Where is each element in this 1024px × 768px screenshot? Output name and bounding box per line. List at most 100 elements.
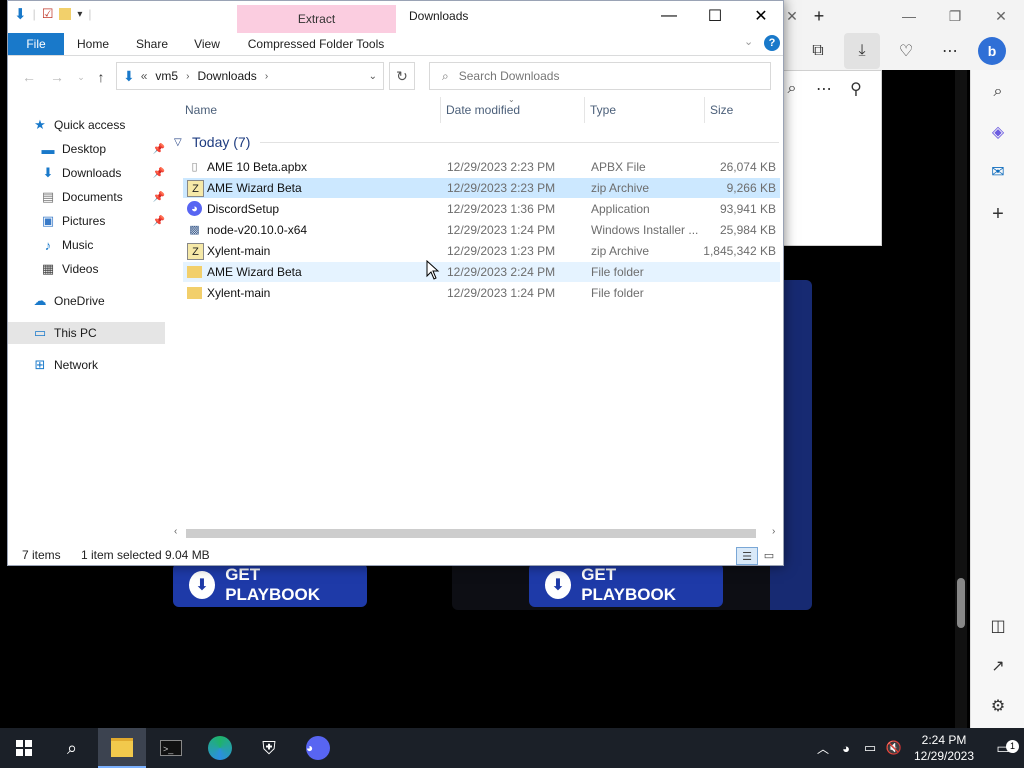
more-options-icon[interactable]: ⋯: [932, 33, 968, 69]
file-row[interactable]: Z Xylent-main 12/29/2023 1:23 PM zip Archiv…: [183, 241, 780, 261]
scroll-right-icon[interactable]: ›: [772, 526, 775, 537]
nav-music[interactable]: ♪ Music: [8, 234, 165, 256]
column-header-type[interactable]: Type: [590, 103, 616, 117]
tab-compressed-folder-tools[interactable]: Compressed Folder Tools: [240, 33, 392, 55]
page-scrollbar-thumb[interactable]: [957, 578, 965, 628]
pin-icon[interactable]: ⚲: [838, 71, 874, 107]
breadcrumb-vm5[interactable]: vm5: [155, 69, 178, 83]
settings-gear-icon[interactable]: ⚙: [980, 688, 1016, 724]
minimize-button[interactable]: —: [646, 1, 692, 31]
details-view-icon[interactable]: ☰: [736, 547, 758, 565]
horizontal-scrollbar-thumb[interactable]: [186, 529, 756, 538]
nav-network[interactable]: ⊞ Network: [8, 354, 165, 376]
back-arrow-icon[interactable]: ←: [18, 67, 40, 87]
large-icons-view-icon[interactable]: ▭: [759, 547, 779, 563]
browser-restore-icon[interactable]: ❐: [932, 0, 978, 32]
downloads-icon[interactable]: ⤓: [844, 33, 880, 69]
nav-pictures[interactable]: ▣ Pictures 📌: [8, 210, 165, 232]
browser-close-icon[interactable]: ✕: [978, 0, 1024, 32]
nav-quick-access[interactable]: ★ Quick access: [8, 114, 189, 136]
tab-share[interactable]: Share: [128, 33, 176, 55]
group-header-today[interactable]: ▽ Today (7): [174, 131, 779, 153]
address-dropdown-icon[interactable]: ⌄: [369, 71, 377, 82]
help-icon[interactable]: ?: [764, 35, 780, 51]
horizontal-scrollbar[interactable]: ‹ ›: [172, 525, 782, 542]
tab-home[interactable]: Home: [70, 33, 116, 55]
forward-arrow-icon[interactable]: →: [46, 67, 68, 87]
close-button[interactable]: ✕: [738, 1, 784, 31]
scroll-left-icon[interactable]: ‹: [174, 526, 177, 537]
clock[interactable]: 2:24 PM 12/29/2023: [906, 732, 982, 764]
collections-icon[interactable]: ⧉: [800, 33, 836, 69]
get-playbook-button-right[interactable]: ⬇ GET PLAYBOOK: [529, 563, 723, 607]
up-arrow-icon[interactable]: ↑: [90, 67, 112, 87]
nav-documents[interactable]: ▤ Documents 📌: [8, 186, 165, 208]
search-icon[interactable]: ⌕: [48, 728, 96, 768]
nav-desktop[interactable]: ▬ Desktop 📌: [8, 138, 166, 160]
add-icon[interactable]: +: [980, 196, 1016, 232]
tab-file[interactable]: File: [8, 33, 64, 55]
folder-icon: [187, 287, 202, 299]
discord-tray-icon[interactable]: ◕: [834, 741, 858, 756]
file-row[interactable]: ▯ AME 10 Beta.apbx 12/29/2023 2:23 PM APBX …: [183, 157, 780, 177]
nav-downloads[interactable]: ⬇ Downloads 📌: [8, 162, 165, 184]
show-hidden-icons-chevron-icon[interactable]: ︿: [812, 740, 834, 757]
ribbon-expand-icon[interactable]: ⌄: [744, 35, 753, 48]
breadcrumb-chevron-icon[interactable]: ›: [186, 71, 189, 82]
column-header-date[interactable]: Date modified: [446, 103, 520, 117]
file-row[interactable]: ◕ DiscordSetup 12/29/2023 1:36 PM Applicati…: [183, 199, 780, 219]
start-windows-icon[interactable]: [0, 728, 48, 768]
selection-count: 1 item selected: [81, 548, 162, 562]
sidebar-split-icon[interactable]: ◫: [980, 608, 1016, 644]
download-arrow-icon[interactable]: ⬇: [14, 5, 27, 23]
recent-locations-icon[interactable]: ⌄: [70, 67, 92, 87]
properties-icon[interactable]: ☑: [42, 6, 54, 22]
volume-muted-icon[interactable]: 🔇: [882, 740, 906, 756]
maximize-button[interactable]: ☐: [692, 1, 738, 31]
file-explorer-taskbar-icon[interactable]: [98, 728, 146, 768]
search-icon[interactable]: ⌕: [980, 74, 1016, 110]
downloads-more-icon[interactable]: ⋯: [806, 71, 842, 107]
file-row[interactable]: Z AME Wizard Beta 12/29/2023 2:23 PM zip Ar…: [183, 178, 780, 198]
title-bar[interactable]: ⬇ | ☑ ▾ | Extract Downloads — ☐ ✕: [8, 1, 783, 33]
file-row[interactable]: ▩ node-v20.10.0-x64 12/29/2023 1:24 PM Wind…: [183, 220, 780, 240]
nav-this-pc[interactable]: ▭ This PC: [8, 322, 165, 344]
browser-essentials-icon[interactable]: ♡: [888, 33, 924, 69]
downloads-panel: ⌕ ⋯ ⚲: [784, 70, 882, 246]
nav-onedrive[interactable]: ☁ OneDrive: [8, 290, 165, 312]
network-tray-icon[interactable]: ▭: [858, 740, 882, 756]
discord-icon[interactable]: ◕: [294, 728, 342, 768]
security-shield-icon[interactable]: ⛨: [245, 728, 293, 768]
collapse-chevron-icon[interactable]: ▽: [174, 137, 186, 148]
column-header-size[interactable]: Size: [710, 103, 733, 117]
column-header-name[interactable]: Name: [185, 103, 217, 117]
file-type: File folder: [591, 265, 644, 279]
breadcrumb-downloads[interactable]: Downloads: [197, 69, 256, 83]
file-explorer-window: ⬇ | ☑ ▾ | Extract Downloads — ☐ ✕ File H…: [7, 0, 784, 566]
file-row[interactable]: Xylent-main 12/29/2023 1:24 PM File folder: [183, 283, 780, 303]
new-folder-icon[interactable]: [59, 8, 72, 20]
refresh-button[interactable]: ↻: [389, 62, 415, 90]
notification-center-icon[interactable]: ▭ 1: [982, 728, 1024, 768]
file-date: 12/29/2023 2:23 PM: [447, 181, 556, 195]
copilot-icon[interactable]: ◈: [980, 114, 1016, 150]
page-scrollbar[interactable]: [955, 70, 967, 728]
breadcrumb-chevron-icon[interactable]: ›: [265, 71, 268, 82]
new-tab-icon[interactable]: +: [804, 0, 834, 32]
external-link-icon[interactable]: ↗: [980, 648, 1016, 684]
nav-videos[interactable]: ▦ Videos: [8, 258, 165, 280]
system-tray: ︿ ◕ ▭ 🔇 2:24 PM 12/29/2023 ▭ 1: [812, 728, 1024, 768]
outlook-icon[interactable]: ✉: [980, 154, 1016, 190]
get-playbook-button-left[interactable]: ⬇ GET PLAYBOOK: [173, 563, 367, 607]
address-bar[interactable]: ⬇ « vm5 › Downloads › ⌄: [116, 62, 384, 90]
qat-dropdown-icon[interactable]: ▾: [77, 9, 82, 20]
browser-minimize-icon[interactable]: —: [886, 0, 932, 32]
file-row[interactable]: AME Wizard Beta 12/29/2023 2:24 PM File fo…: [183, 262, 780, 282]
pin-icon: 📌: [152, 167, 165, 179]
tab-view[interactable]: View: [186, 33, 228, 55]
breadcrumb-overflow[interactable]: «: [141, 69, 148, 83]
edge-browser-icon[interactable]: [196, 728, 244, 768]
search-downloads-input[interactable]: ⌕ Search Downloads: [429, 62, 771, 90]
terminal-icon[interactable]: >_: [147, 728, 195, 768]
bing-chat-icon[interactable]: b: [978, 37, 1006, 65]
